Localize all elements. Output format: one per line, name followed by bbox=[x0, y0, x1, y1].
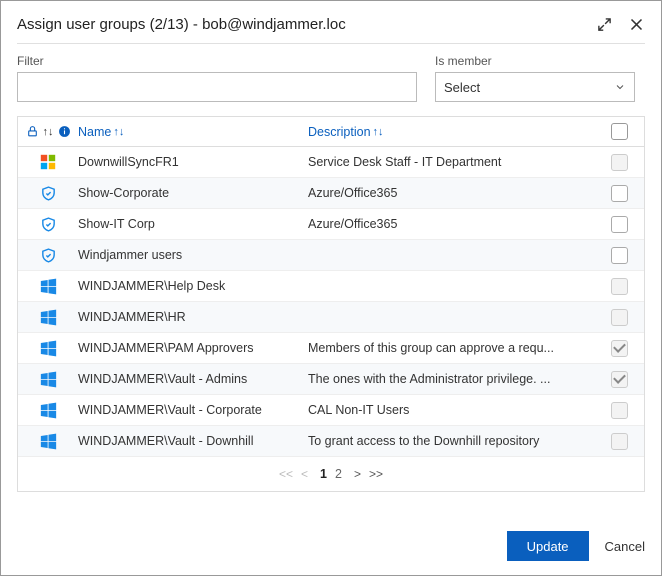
assign-user-groups-dialog: Assign user groups (2/13) - bob@windjamm… bbox=[0, 0, 662, 576]
lock-icon[interactable] bbox=[26, 125, 39, 138]
table-row[interactable]: WINDJAMMER\Vault - AdminsThe ones with t… bbox=[18, 364, 644, 395]
is-member-value: Select bbox=[444, 80, 480, 95]
cancel-button[interactable]: Cancel bbox=[605, 539, 645, 554]
dialog-header: Assign user groups (2/13) - bob@windjamm… bbox=[17, 15, 645, 44]
chevron-down-icon bbox=[614, 81, 626, 93]
row-checkbox[interactable] bbox=[611, 216, 628, 233]
table-row[interactable]: Windjammer users bbox=[18, 240, 644, 271]
table-body: DownwillSyncFR1Service Desk Staff - IT D… bbox=[18, 147, 644, 457]
pager: << < 12 > >> bbox=[18, 457, 644, 491]
is-member-select[interactable]: Select bbox=[435, 72, 635, 102]
info-icon[interactable] bbox=[58, 125, 71, 138]
row-checkbox bbox=[611, 278, 628, 295]
pager-first[interactable]: << bbox=[279, 467, 293, 481]
group-name: WINDJAMMER\Vault - Downhill bbox=[78, 434, 308, 448]
table-row[interactable]: WINDJAMMER\PAM ApproversMembers of this … bbox=[18, 333, 644, 364]
pager-next[interactable]: > bbox=[354, 467, 361, 481]
group-type-icon bbox=[38, 152, 58, 172]
group-type-icon bbox=[38, 431, 58, 451]
column-description-header[interactable]: Description↑↓ bbox=[308, 125, 594, 139]
group-type-icon bbox=[38, 183, 58, 203]
filter-input[interactable] bbox=[17, 72, 417, 102]
groups-table: ↑↓ Name↑↓ Description↑↓ DownwillSyncFR1S… bbox=[17, 116, 645, 492]
row-checkbox[interactable] bbox=[611, 185, 628, 202]
close-icon[interactable] bbox=[627, 15, 645, 33]
header-controls bbox=[595, 15, 645, 33]
table-row[interactable]: Show-IT CorpAzure/Office365 bbox=[18, 209, 644, 240]
pager-page[interactable]: 1 bbox=[316, 465, 331, 483]
sort-icon[interactable]: ↑↓ bbox=[43, 126, 54, 138]
group-name: Show-Corporate bbox=[78, 186, 308, 200]
group-name: Show-IT Corp bbox=[78, 217, 308, 231]
column-select-header bbox=[594, 123, 644, 140]
group-type-icon bbox=[38, 245, 58, 265]
group-name: WINDJAMMER\Vault - Corporate bbox=[78, 403, 308, 417]
table-row[interactable]: DownwillSyncFR1Service Desk Staff - IT D… bbox=[18, 147, 644, 178]
group-type-icon bbox=[38, 369, 58, 389]
group-description: The ones with the Administrator privileg… bbox=[308, 372, 594, 386]
row-checkbox bbox=[611, 433, 628, 450]
group-name: WINDJAMMER\PAM Approvers bbox=[78, 341, 308, 355]
pager-last[interactable]: >> bbox=[369, 467, 383, 481]
group-description: CAL Non-IT Users bbox=[308, 403, 594, 417]
filter-block: Filter bbox=[17, 54, 417, 102]
table-header: ↑↓ Name↑↓ Description↑↓ bbox=[18, 117, 644, 147]
group-name: Windjammer users bbox=[78, 248, 308, 262]
group-description: To grant access to the Downhill reposito… bbox=[308, 434, 594, 448]
expand-icon[interactable] bbox=[595, 15, 613, 33]
row-checkbox bbox=[611, 371, 628, 388]
group-name: WINDJAMMER\Help Desk bbox=[78, 279, 308, 293]
row-checkbox[interactable] bbox=[611, 247, 628, 264]
filter-label: Filter bbox=[17, 54, 417, 68]
filter-bar: Filter Is member Select bbox=[17, 54, 645, 102]
dialog-footer: Update Cancel bbox=[17, 517, 645, 561]
table-row[interactable]: WINDJAMMER\Vault - CorporateCAL Non-IT U… bbox=[18, 395, 644, 426]
column-description-text: Description bbox=[308, 125, 371, 139]
select-all-checkbox[interactable] bbox=[611, 123, 628, 140]
table-row[interactable]: Show-CorporateAzure/Office365 bbox=[18, 178, 644, 209]
table-row[interactable]: WINDJAMMER\HR bbox=[18, 302, 644, 333]
is-member-label: Is member bbox=[435, 54, 635, 68]
group-name: WINDJAMMER\Vault - Admins bbox=[78, 372, 308, 386]
group-description: Azure/Office365 bbox=[308, 217, 594, 231]
sort-indicator-icon: ↑↓ bbox=[113, 126, 124, 138]
row-checkbox bbox=[611, 154, 628, 171]
column-name-text: Name bbox=[78, 125, 111, 139]
table-row[interactable]: WINDJAMMER\Help Desk bbox=[18, 271, 644, 302]
column-name-header[interactable]: Name↑↓ bbox=[78, 125, 308, 139]
group-name: DownwillSyncFR1 bbox=[78, 155, 308, 169]
group-name: WINDJAMMER\HR bbox=[78, 310, 308, 324]
pager-prev[interactable]: < bbox=[301, 467, 308, 481]
row-checkbox bbox=[611, 402, 628, 419]
group-type-icon bbox=[38, 307, 58, 327]
group-description: Service Desk Staff - IT Department bbox=[308, 155, 594, 169]
group-description: Azure/Office365 bbox=[308, 186, 594, 200]
group-type-icon bbox=[38, 338, 58, 358]
pager-page[interactable]: 2 bbox=[331, 465, 346, 483]
sort-indicator-icon: ↑↓ bbox=[373, 126, 384, 138]
row-checkbox bbox=[611, 309, 628, 326]
update-button[interactable]: Update bbox=[507, 531, 589, 561]
group-type-icon bbox=[38, 214, 58, 234]
group-description: Members of this group can approve a requ… bbox=[308, 341, 594, 355]
header-tools: ↑↓ bbox=[18, 125, 78, 138]
dialog-title: Assign user groups (2/13) - bob@windjamm… bbox=[17, 16, 346, 33]
table-row[interactable]: WINDJAMMER\Vault - DownhillTo grant acce… bbox=[18, 426, 644, 457]
group-type-icon bbox=[38, 276, 58, 296]
group-type-icon bbox=[38, 400, 58, 420]
is-member-block: Is member Select bbox=[435, 54, 635, 102]
row-checkbox bbox=[611, 340, 628, 357]
